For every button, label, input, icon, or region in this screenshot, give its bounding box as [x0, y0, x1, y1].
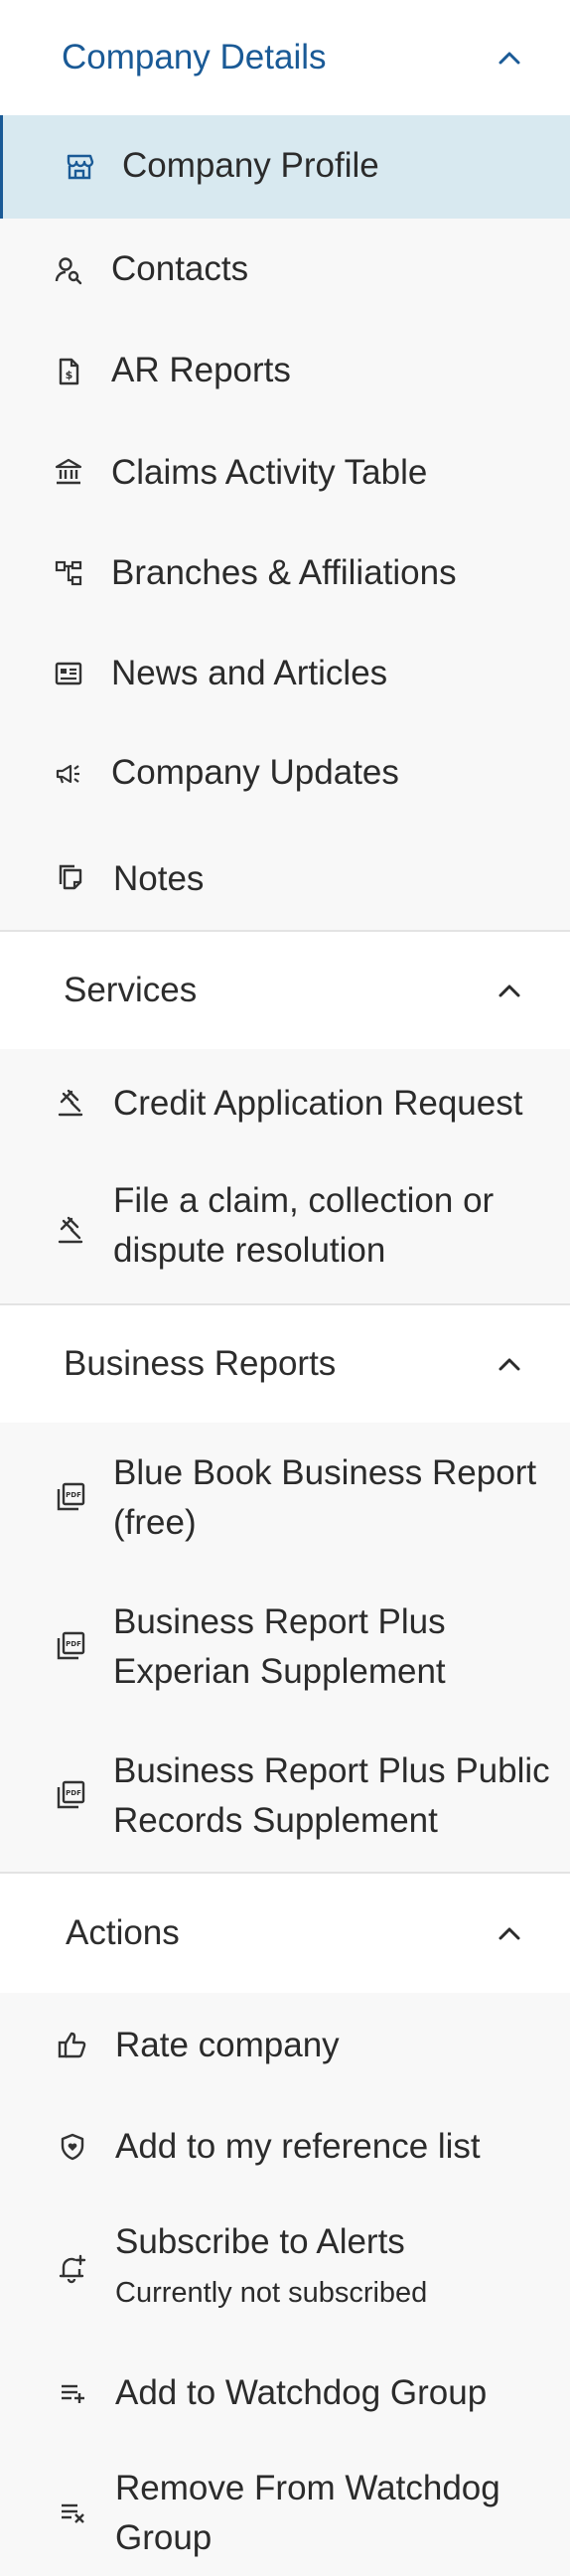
- sidebar-item-company-updates[interactable]: Company Updates: [0, 723, 570, 825]
- sidebar-item-claims-activity-table[interactable]: Claims Activity Table: [0, 421, 570, 523]
- sidebar-item-label-line1: Blue Book Business Report: [113, 1453, 537, 1492]
- svg-text:PDF: PDF: [66, 1789, 81, 1797]
- sidebar-item-rate-company[interactable]: Rate company: [0, 1993, 570, 2098]
- newspaper-icon: [52, 657, 85, 690]
- pdf-icon: PDF: [54, 1629, 87, 1663]
- note-copy-icon: [54, 860, 87, 894]
- svg-text:PDF: PDF: [66, 1640, 81, 1648]
- sidebar-item-label-line2: Group: [115, 2518, 213, 2557]
- section-title: Company Details: [62, 38, 327, 76]
- playlist-add-icon: [56, 2376, 89, 2410]
- svg-text:PDF: PDF: [66, 1491, 81, 1499]
- sidebar-item-label-line1: File a claim, collection or: [113, 1181, 495, 1220]
- chevron-up-icon[interactable]: [495, 1354, 524, 1374]
- sidebar-item-branches-affiliations[interactable]: Branches & Affiliations: [0, 523, 570, 624]
- megaphone-icon: [52, 757, 85, 791]
- sidebar-item-news-and-articles[interactable]: News and Articles: [0, 624, 570, 723]
- section-header-services[interactable]: Services: [0, 932, 570, 1049]
- chevron-up-icon[interactable]: [495, 981, 524, 1000]
- sidebar-item-credit-application-request[interactable]: Credit Application Request: [0, 1049, 570, 1156]
- playlist-remove-icon: [56, 2496, 89, 2529]
- sidebar-item-label: Notes: [113, 859, 205, 898]
- sidebar-item-blue-book-business-report[interactable]: PDF Blue Book Business Report (free): [0, 1423, 570, 1572]
- sidebar-item-label-line2: Records Supplement: [113, 1801, 438, 1840]
- sidebar-item-label: Add to my reference list: [115, 2127, 481, 2166]
- sidebar-panel: Company Details Company Profile Contacts…: [0, 0, 570, 2576]
- sidebar-item-label: AR Reports: [111, 351, 291, 389]
- person-search-icon: [52, 253, 85, 287]
- gavel-icon: [54, 1086, 87, 1120]
- section-title: Actions: [66, 1913, 180, 1952]
- sidebar-item-label: Credit Application Request: [113, 1084, 523, 1123]
- sidebar-item-notes[interactable]: Notes: [0, 825, 570, 930]
- shield-heart-icon: [56, 2130, 89, 2164]
- sidebar-item-label: Claims Activity Table: [111, 453, 428, 492]
- svg-text:$: $: [66, 369, 73, 381]
- sidebar-item-label: Branches & Affiliations: [111, 553, 457, 592]
- subscription-status: Currently not subscribed: [115, 2277, 428, 2309]
- sidebar-item-label-line1: Remove From Watchdog: [115, 2469, 500, 2507]
- pdf-icon: PDF: [54, 1778, 87, 1812]
- section-title: Services: [64, 971, 198, 1009]
- bell-plus-icon: [56, 2251, 89, 2285]
- sidebar-item-label-line1: Business Report Plus Public: [113, 1751, 550, 1790]
- sidebar-item-business-report-plus-public-records[interactable]: PDF Business Report Plus Public Records …: [0, 1721, 570, 1872]
- chevron-up-icon[interactable]: [495, 1923, 524, 1943]
- storefront-icon: [63, 150, 96, 184]
- sidebar-item-subscribe-to-alerts[interactable]: Subscribe to Alerts Currently not subscr…: [0, 2196, 570, 2341]
- sidebar-item-label-line1: Business Report Plus: [113, 1602, 446, 1641]
- sidebar-item-business-report-plus-experian[interactable]: PDF Business Report Plus Experian Supple…: [0, 1572, 570, 1721]
- section-header-business-reports[interactable]: Business Reports: [0, 1305, 570, 1423]
- section-header-actions[interactable]: Actions: [0, 1874, 570, 1993]
- sidebar-item-label: Rate company: [115, 2026, 340, 2064]
- sidebar-item-ar-reports[interactable]: $ AR Reports: [0, 322, 570, 421]
- bank-icon: [52, 455, 85, 489]
- sidebar-item-label: Contacts: [111, 249, 249, 288]
- dollar-document-icon: $: [52, 355, 85, 388]
- sidebar-item-add-to-reference-list[interactable]: Add to my reference list: [0, 2098, 570, 2196]
- sidebar-item-label-line2: (free): [113, 1503, 197, 1542]
- sidebar-item-label: Add to Watchdog Group: [115, 2373, 488, 2412]
- sidebar-item-label-line2: dispute resolution: [113, 1231, 386, 1270]
- thumbs-up-icon: [56, 2029, 89, 2062]
- sidebar-item-add-to-watchdog-group[interactable]: Add to Watchdog Group: [0, 2341, 570, 2446]
- section-title: Business Reports: [64, 1344, 337, 1383]
- sidebar-item-label: Company Profile: [122, 146, 379, 185]
- pdf-icon: PDF: [54, 1480, 87, 1514]
- sidebar-item-label: News and Articles: [111, 654, 388, 692]
- sidebar-item-remove-from-watchdog-group[interactable]: Remove From Watchdog Group: [0, 2446, 570, 2576]
- sidebar-item-contacts[interactable]: Contacts: [0, 219, 570, 322]
- chevron-up-icon[interactable]: [495, 48, 524, 68]
- sidebar-item-label: Company Updates: [111, 753, 399, 792]
- sidebar-item-company-profile[interactable]: Company Profile: [0, 115, 570, 219]
- hierarchy-icon: [52, 556, 85, 590]
- sidebar-item-file-a-claim[interactable]: File a claim, collection or dispute reso…: [0, 1156, 570, 1303]
- sidebar-item-label: Subscribe to Alerts: [115, 2222, 405, 2261]
- gavel-icon: [54, 1213, 87, 1247]
- section-header-company-details[interactable]: Company Details: [0, 0, 570, 115]
- sidebar-item-label-line2: Experian Supplement: [113, 1652, 446, 1691]
